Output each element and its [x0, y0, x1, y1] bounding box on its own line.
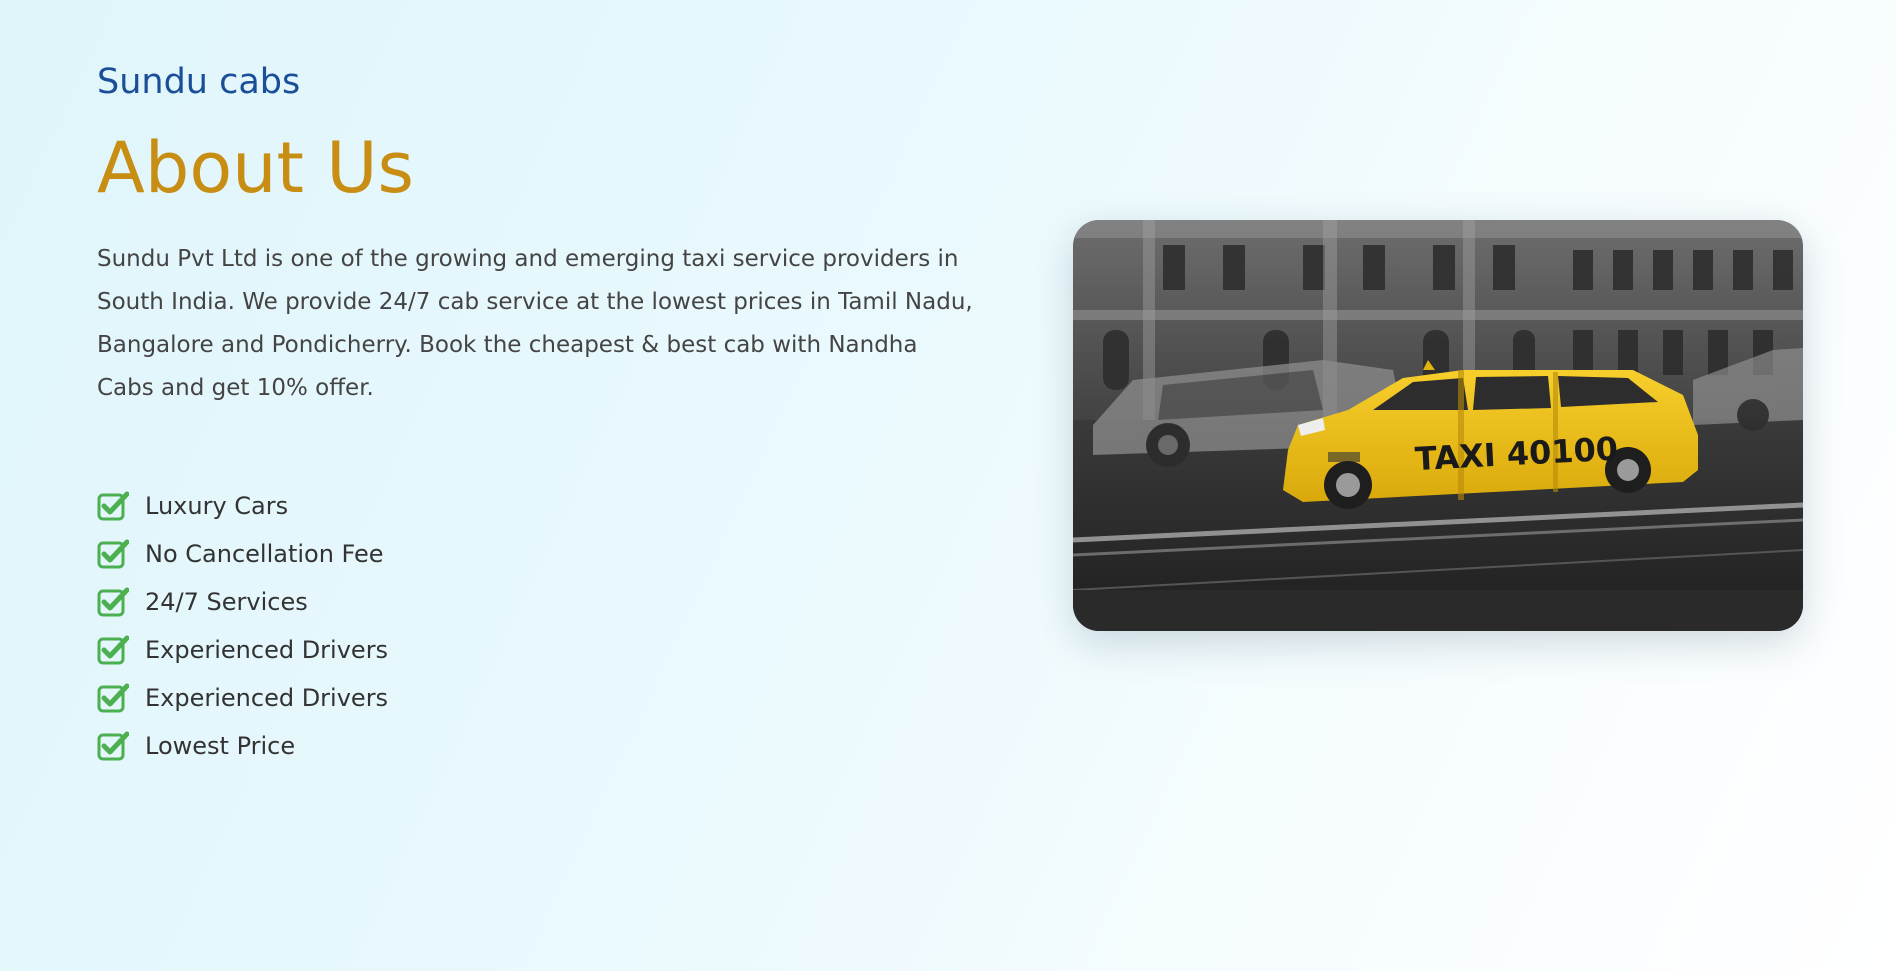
feature-list: Luxury Cars No Cancellation Fee 24/7 Ser…	[97, 482, 977, 770]
feature-label: 24/7 Services	[145, 588, 308, 616]
page-title: About Us	[97, 127, 414, 209]
brand-name[interactable]: Sundu cabs	[97, 58, 977, 106]
check-icon	[97, 491, 130, 521]
about-description: Sundu Pvt Ltd is one of the growing and …	[97, 246, 973, 401]
check-icon	[97, 683, 130, 713]
feature-label: Experienced Drivers	[145, 684, 389, 712]
feature-item: Luxury Cars	[97, 482, 977, 530]
check-icon	[97, 635, 130, 665]
feature-label: Experienced Drivers	[145, 636, 389, 664]
check-icon	[97, 587, 130, 617]
taxi-photo: TAXI 40100	[1073, 220, 1803, 631]
feature-item: No Cancellation Fee	[97, 530, 977, 578]
check-icon	[97, 539, 130, 569]
feature-label: Luxury Cars	[145, 492, 289, 520]
feature-item: Lowest Price	[97, 722, 977, 770]
check-icon	[97, 731, 130, 761]
feature-item: Experienced Drivers	[97, 626, 977, 674]
feature-label: Lowest Price	[145, 732, 296, 760]
feature-label: No Cancellation Fee	[145, 540, 384, 568]
feature-item: 24/7 Services	[97, 578, 977, 626]
about-section: Sundu cabs About Us Sundu Pvt Ltd is one…	[97, 58, 977, 770]
feature-item: Experienced Drivers	[97, 674, 977, 722]
